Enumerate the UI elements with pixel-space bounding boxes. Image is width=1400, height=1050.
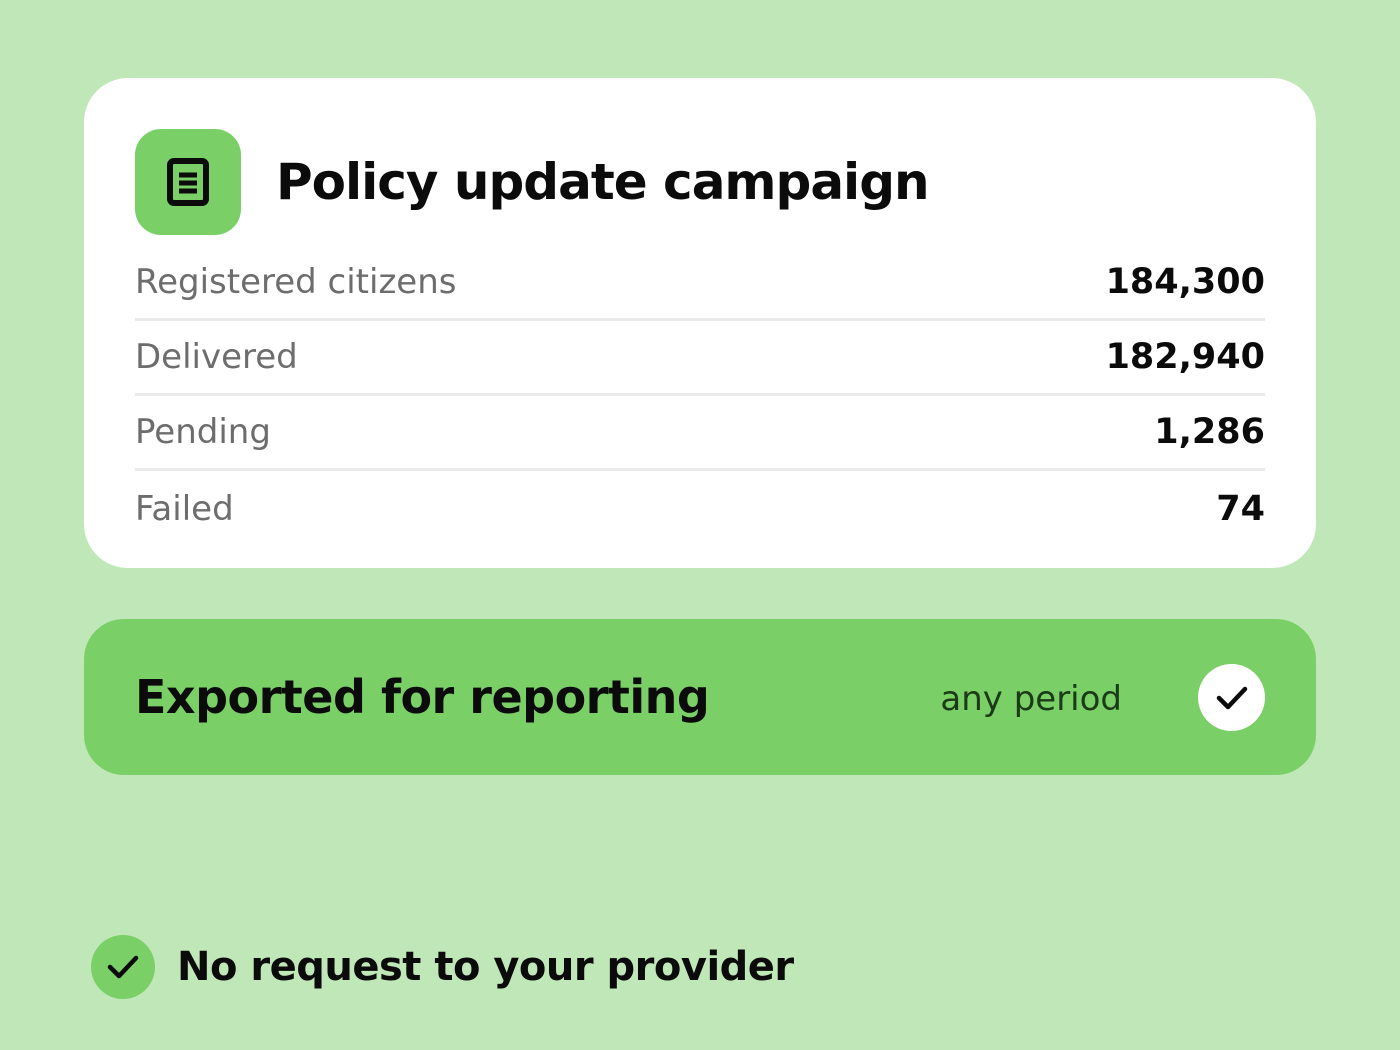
stat-value: 1,286 (1154, 412, 1265, 452)
export-checkmark-icon[interactable] (1198, 664, 1265, 731)
stat-label: Registered citizens (135, 262, 457, 302)
provider-note: No request to your provider (91, 935, 794, 999)
export-title: Exported for reporting (135, 670, 710, 724)
checkmark-icon (91, 935, 155, 999)
document-icon (135, 129, 241, 235)
stat-row-delivered: Delivered 182,940 (135, 321, 1265, 396)
stats-list: Registered citizens 184,300 Delivered 18… (135, 246, 1265, 546)
stat-value: 184,300 (1105, 262, 1265, 302)
export-banner[interactable]: Exported for reporting any period (84, 619, 1316, 775)
stat-label: Failed (135, 488, 234, 529)
stat-label: Delivered (135, 337, 298, 377)
stat-label: Pending (135, 412, 271, 452)
card-header: Policy update campaign (135, 129, 930, 235)
stat-row-failed: Failed 74 (135, 471, 1265, 546)
export-period: any period (940, 679, 1122, 719)
stat-value: 182,940 (1105, 337, 1265, 377)
stat-row-pending: Pending 1,286 (135, 396, 1265, 471)
campaign-title: Policy update campaign (276, 153, 930, 211)
campaign-stats-card: Policy update campaign Registered citize… (84, 78, 1316, 568)
note-text: No request to your provider (177, 944, 794, 990)
stat-value: 74 (1216, 488, 1265, 529)
stat-row-registered-citizens: Registered citizens 184,300 (135, 246, 1265, 321)
